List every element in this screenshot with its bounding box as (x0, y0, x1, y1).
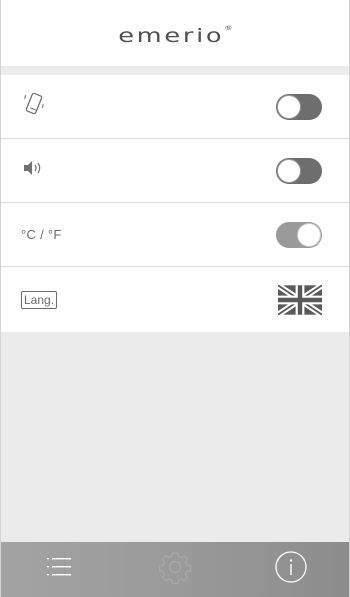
phone-vibrate-icon (21, 89, 47, 124)
info-button[interactable] (261, 542, 321, 597)
list-menu-button[interactable] (29, 542, 89, 597)
vibration-toggle[interactable] (276, 93, 322, 120)
uk-flag-icon[interactable] (278, 284, 322, 315)
app-header: emerio® (1, 0, 349, 66)
temperature-unit-label-wrap: °C / °F (21, 227, 62, 242)
temperature-unit-toggle[interactable] (276, 221, 322, 248)
info-icon (274, 550, 308, 589)
bottom-tab-bar (1, 542, 349, 597)
settings-row-language: Lang. (1, 267, 349, 332)
toggle-knob (297, 222, 321, 247)
temperature-unit-label: °C / °F (21, 227, 62, 242)
settings-button[interactable] (145, 542, 205, 597)
settings-list: °C / °F Lang. (1, 75, 349, 332)
settings-row-temperature-unit: °C / °F (1, 203, 349, 267)
gear-icon (158, 550, 192, 589)
header-divider (1, 66, 349, 75)
speaker-sound-icon (21, 158, 47, 183)
brand-logo: emerio® (117, 24, 233, 47)
toggle-knob (277, 158, 301, 183)
language-label: Lang. (21, 290, 58, 309)
vibration-label (21, 89, 47, 124)
settings-row-sound (1, 139, 349, 203)
app-screen: emerio® °C / °F Lang. (0, 0, 350, 597)
settings-row-vibration (1, 75, 349, 139)
sound-label (21, 158, 47, 183)
language-label-wrap: Lang. (21, 290, 58, 309)
list-menu-icon (46, 555, 72, 584)
toggle-knob (277, 94, 301, 119)
sound-toggle[interactable] (276, 157, 322, 184)
